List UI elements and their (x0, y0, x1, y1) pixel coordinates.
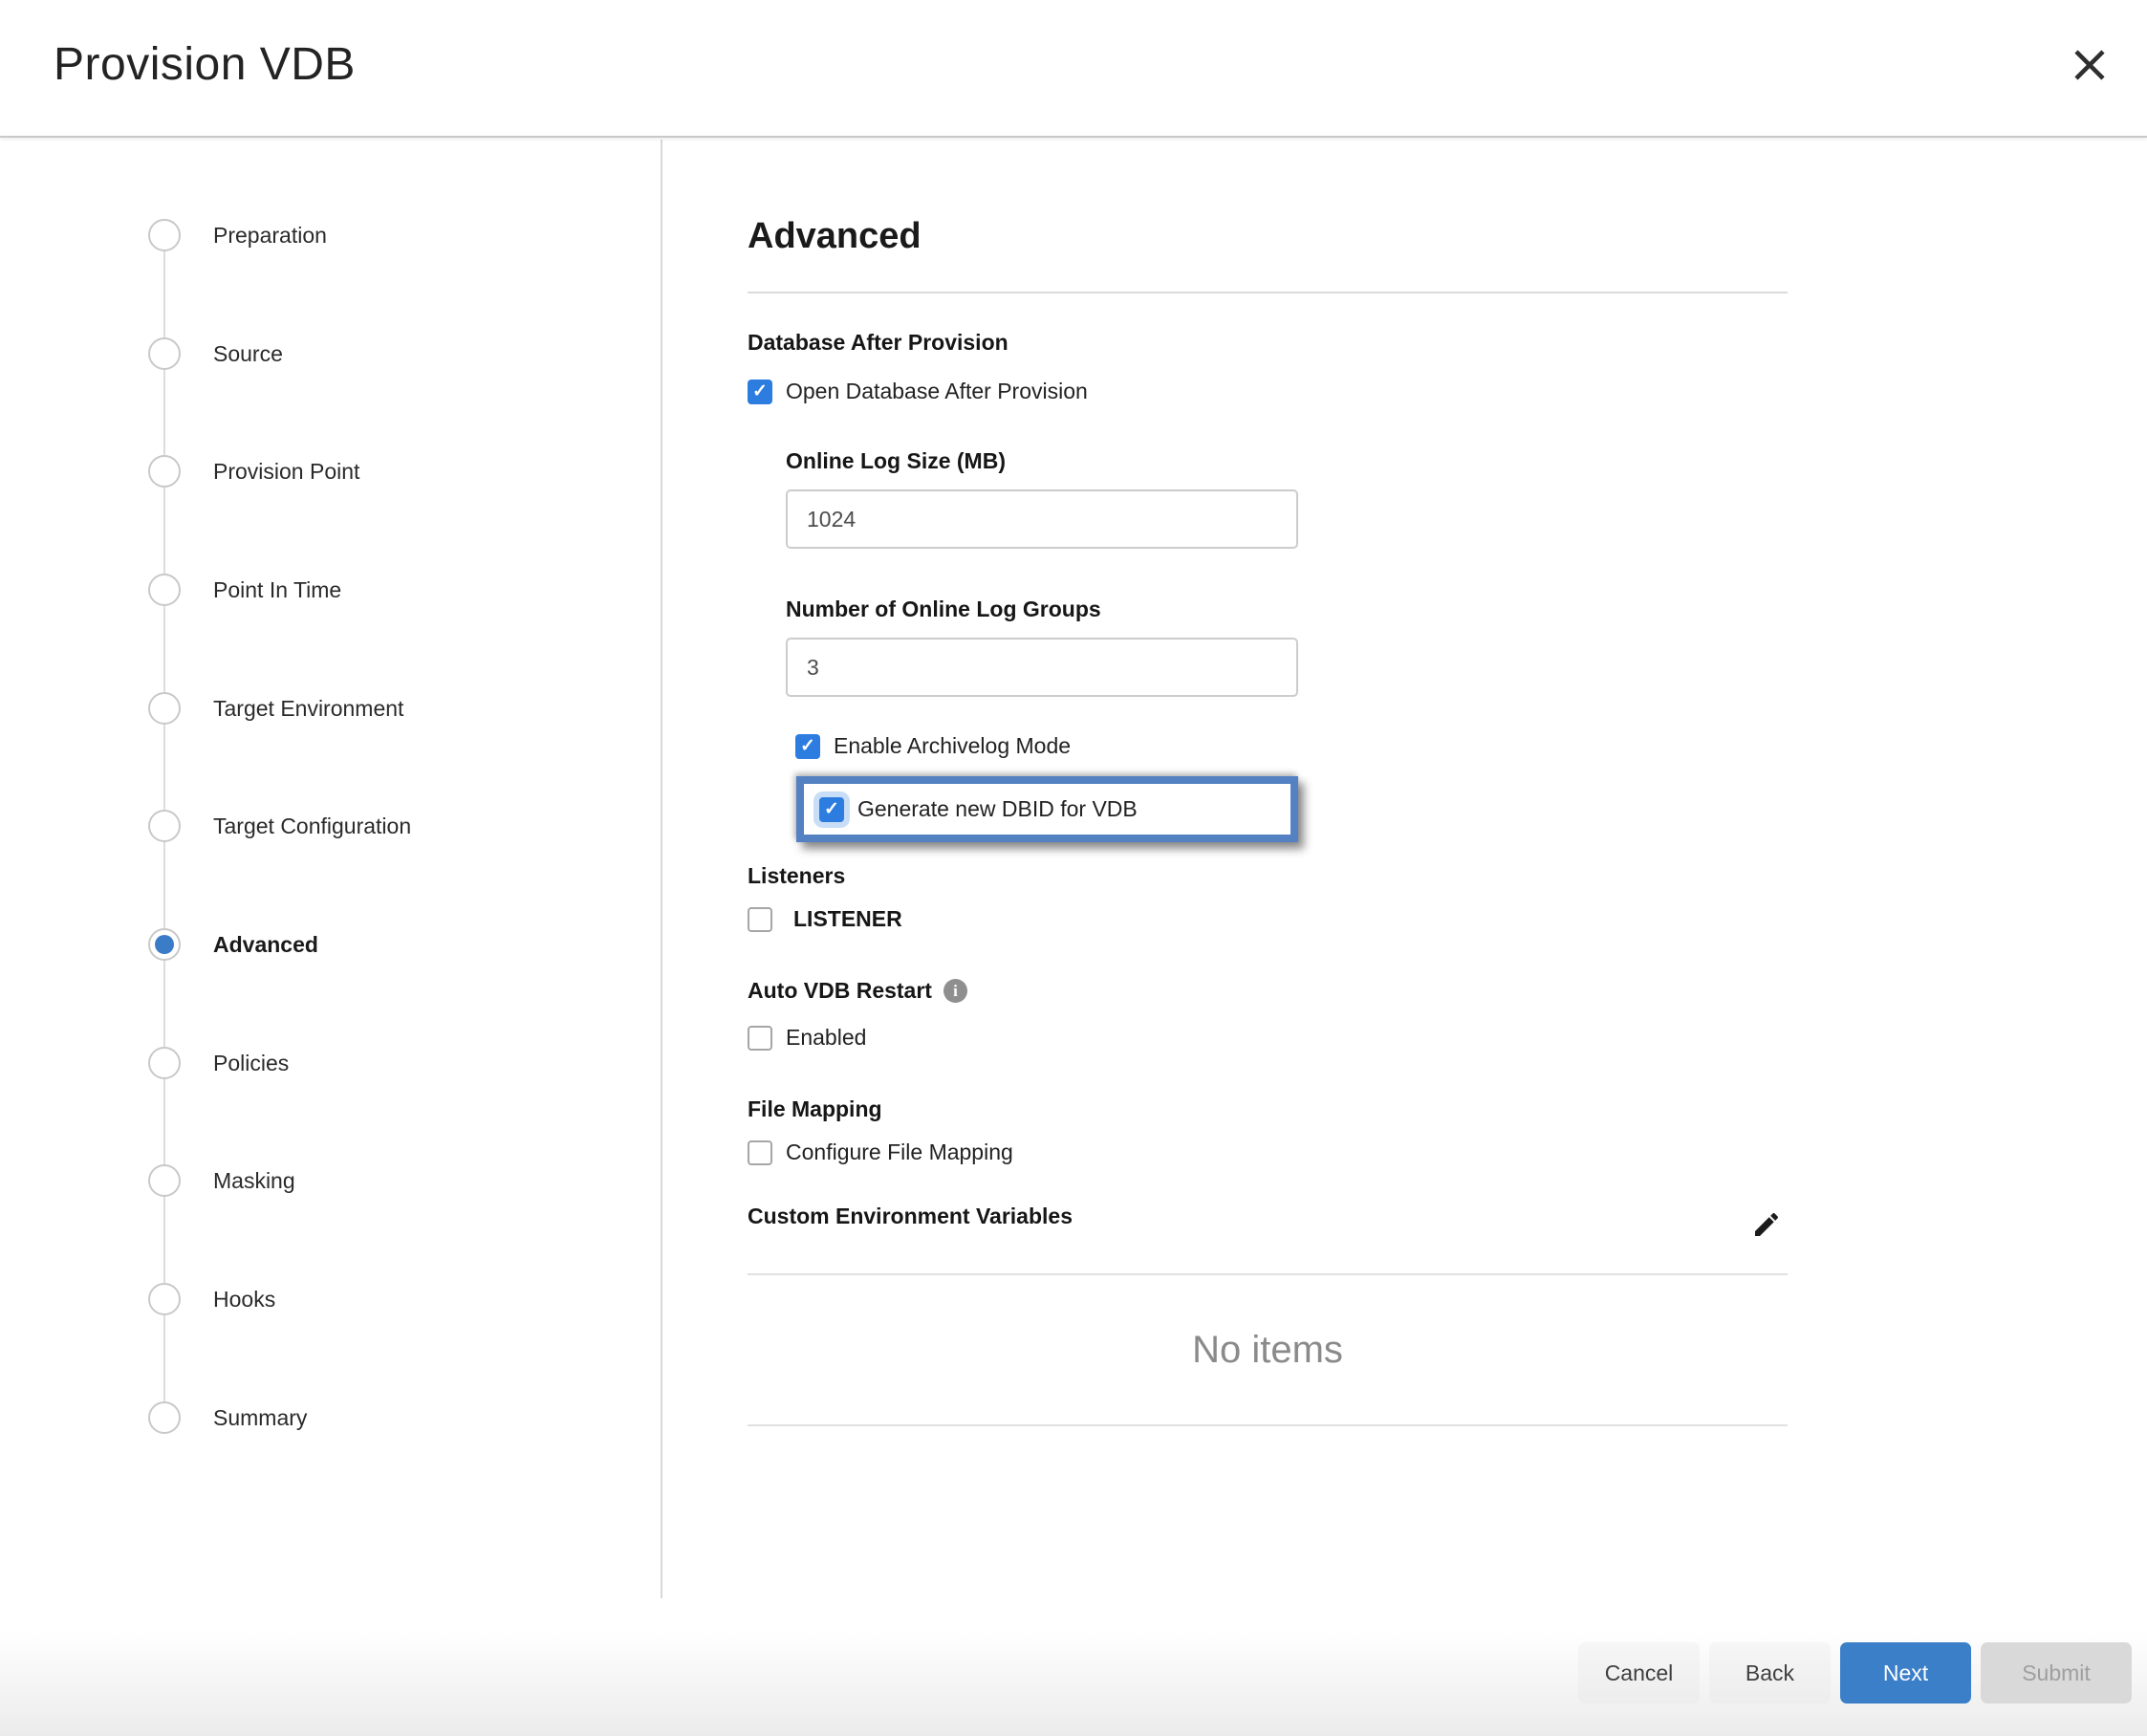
online-log-size-label: Online Log Size (MB) (786, 448, 1788, 474)
step-source[interactable]: Source (0, 337, 660, 370)
submit-button[interactable]: Submit (1981, 1642, 2132, 1703)
step-circle (148, 810, 181, 842)
open-database-row: Open Database After Provision (748, 379, 1788, 404)
listener-checkbox[interactable] (748, 907, 772, 932)
step-circle (148, 219, 181, 251)
back-button[interactable]: Back (1709, 1642, 1831, 1703)
file-mapping-label: File Mapping (748, 1096, 1788, 1122)
log-groups-input[interactable] (786, 638, 1298, 697)
step-label: Provision Point (213, 455, 359, 488)
enabled-row: Enabled (748, 1025, 1788, 1051)
archivelog-checkbox[interactable] (795, 734, 820, 759)
step-label: Hooks (213, 1283, 275, 1315)
enabled-label: Enabled (786, 1025, 866, 1051)
archivelog-label: Enable Archivelog Mode (834, 733, 1071, 759)
configure-file-mapping-checkbox[interactable] (748, 1140, 772, 1165)
custom-env-vars-empty-list: No items (748, 1273, 1788, 1426)
dbid-row: Generate new DBID for VDB (819, 796, 1275, 822)
provision-vdb-dialog: Provision VDB Preparation Source Provisi… (0, 0, 2147, 1736)
pencil-icon[interactable] (1751, 1209, 1782, 1245)
auto-vdb-restart-label: Auto VDB Restart (748, 978, 932, 1004)
step-circle (148, 574, 181, 606)
dialog-title: Provision VDB (54, 38, 356, 91)
step-label: Policies (213, 1047, 289, 1079)
no-items-text: No items (1192, 1329, 1343, 1372)
step-circle (148, 455, 181, 488)
next-button[interactable]: Next (1840, 1642, 1971, 1703)
listener-label: LISTENER (793, 906, 902, 932)
log-groups-label: Number of Online Log Groups (786, 597, 1788, 622)
step-circle (148, 1164, 181, 1197)
step-label: Point In Time (213, 574, 341, 606)
step-policies[interactable]: Policies (0, 1047, 660, 1079)
cancel-button[interactable]: Cancel (1578, 1642, 1700, 1703)
step-label: Target Configuration (213, 810, 411, 842)
info-icon[interactable]: i (943, 979, 967, 1003)
page-title: Advanced (748, 216, 1788, 257)
step-label: Summary (213, 1401, 307, 1434)
db-options-group: Online Log Size (MB) Number of Online Lo… (786, 448, 1788, 842)
step-label: Source (213, 337, 283, 370)
step-target-environment[interactable]: Target Environment (0, 692, 660, 725)
advanced-panel: Advanced Database After Provision Open D… (748, 216, 1788, 1426)
step-circle (148, 1401, 181, 1434)
auto-vdb-restart-header: Auto VDB Restart i (748, 978, 1788, 1004)
step-circle (148, 692, 181, 725)
dbid-highlight-box: Generate new DBID for VDB (796, 776, 1298, 842)
listener-row: LISTENER (748, 906, 1788, 932)
step-circle (148, 337, 181, 370)
generate-dbid-checkbox[interactable] (819, 797, 844, 822)
archivelog-row: Enable Archivelog Mode (795, 733, 1788, 759)
step-masking[interactable]: Masking (0, 1164, 660, 1197)
step-summary[interactable]: Summary (0, 1401, 660, 1434)
step-target-configuration[interactable]: Target Configuration (0, 810, 660, 842)
dialog-header: Provision VDB (0, 0, 2147, 138)
step-provision-point[interactable]: Provision Point (0, 455, 660, 488)
wizard-stepper: Preparation Source Provision Point Point… (0, 140, 661, 1736)
step-point-in-time[interactable]: Point In Time (0, 574, 660, 606)
auto-restart-enabled-checkbox[interactable] (748, 1026, 772, 1051)
configure-file-mapping-row: Configure File Mapping (748, 1139, 1788, 1165)
footer-buttons: Cancel Back Next Submit (1578, 1642, 2132, 1703)
step-hooks[interactable]: Hooks (0, 1283, 660, 1315)
open-database-label: Open Database After Provision (786, 379, 1088, 404)
step-advanced[interactable]: Advanced (0, 928, 660, 961)
heading-divider (748, 292, 1788, 293)
listeners-label: Listeners (748, 863, 1788, 889)
step-label: Advanced (213, 928, 318, 961)
open-database-checkbox[interactable] (748, 380, 772, 404)
generate-dbid-label: Generate new DBID for VDB (857, 796, 1138, 822)
step-label: Masking (213, 1164, 295, 1197)
configure-file-mapping-label: Configure File Mapping (786, 1139, 1013, 1165)
close-icon[interactable] (2067, 42, 2113, 88)
step-label: Preparation (213, 219, 327, 251)
step-circle (148, 1283, 181, 1315)
database-after-provision-label: Database After Provision (748, 330, 1788, 356)
step-label: Target Environment (213, 692, 403, 725)
online-log-size-input[interactable] (786, 489, 1298, 549)
step-circle (148, 1047, 181, 1079)
step-preparation[interactable]: Preparation (0, 219, 660, 251)
custom-env-vars-label: Custom Environment Variables (748, 1204, 1073, 1229)
step-circle-active (148, 928, 181, 961)
custom-env-vars-header: Custom Environment Variables (748, 1204, 1788, 1245)
